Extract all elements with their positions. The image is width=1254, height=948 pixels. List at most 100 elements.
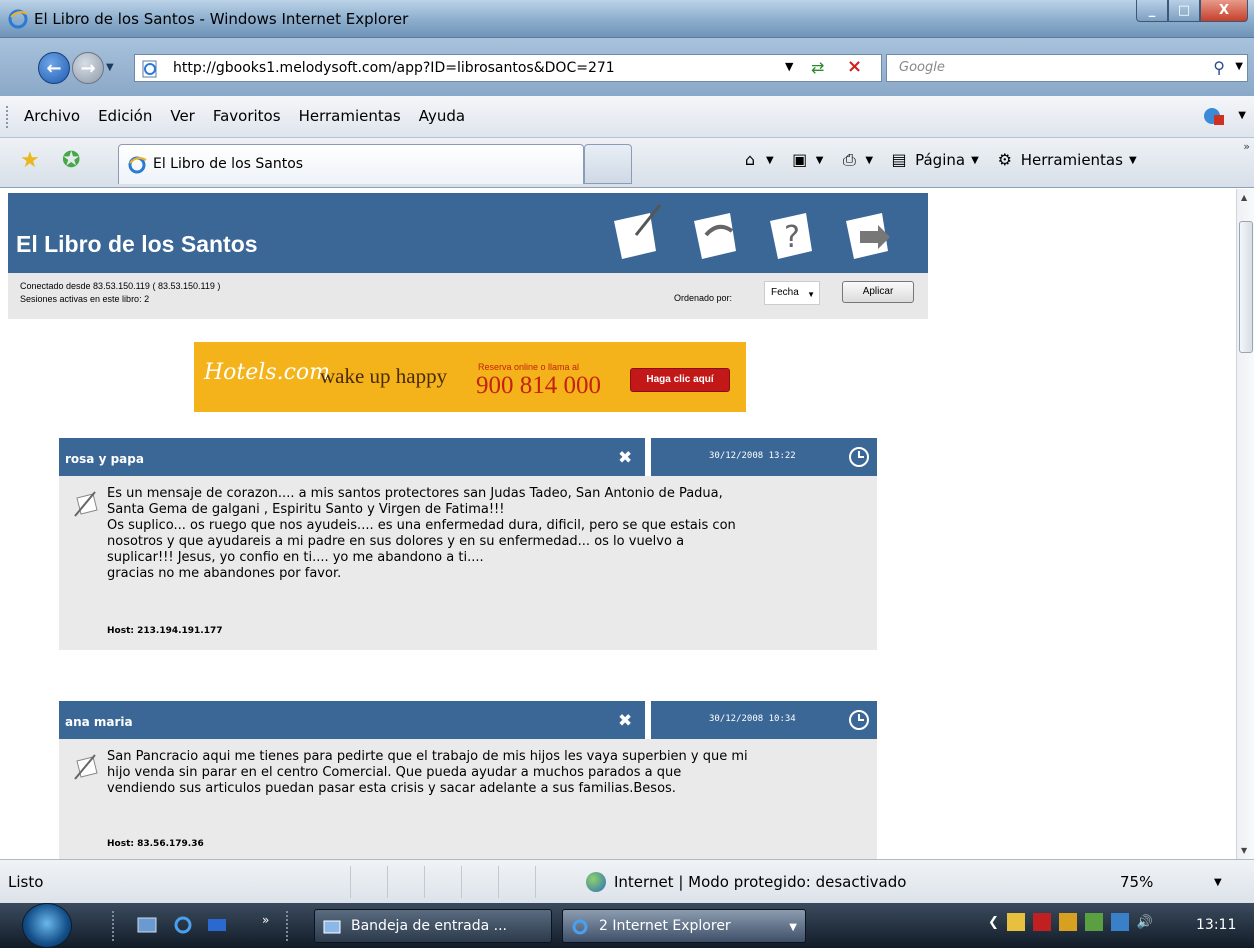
task1-label: Bandeja de entrada ... xyxy=(351,918,508,934)
menu-archivo[interactable]: Archivo xyxy=(24,107,80,125)
taskbar-ie-group[interactable]: 2 Internet Explorer ▼ xyxy=(562,909,806,943)
scroll-down-icon[interactable]: ▼ xyxy=(1241,846,1247,855)
zoom-level[interactable]: 75% xyxy=(1120,873,1153,891)
feeds-dropdown-icon[interactable]: ▼ xyxy=(816,155,824,166)
entry-author: rosa y papa xyxy=(65,452,144,466)
search-placeholder: Google xyxy=(899,60,945,75)
task-group-dropdown-icon[interactable]: ▼ xyxy=(789,922,797,933)
order-label: Ordenado por: xyxy=(674,293,733,303)
menu-favoritos[interactable]: Favoritos xyxy=(213,107,281,125)
connected-text: Conectado desde 83.53.150.119 ( 83.53.15… xyxy=(20,281,221,291)
hotels-ad-banner[interactable]: Hotels.com wake up happy Reserva online … xyxy=(194,342,746,412)
tray-folder-icon[interactable] xyxy=(1006,913,1025,931)
tray-volume-icon[interactable]: 🔊 xyxy=(1137,915,1153,930)
menu-edicion[interactable]: Edición xyxy=(98,107,152,125)
guestbook-entry: ana maria ✖ 30/12/2008 10:34 San Pancrac… xyxy=(59,701,877,859)
minimize-button[interactable]: _ xyxy=(1136,0,1168,22)
addon-dropdown-icon[interactable]: ▼ xyxy=(1238,110,1246,121)
tray-expand-icon[interactable]: ❮ xyxy=(988,915,999,930)
new-tab-button[interactable] xyxy=(584,144,632,184)
page-menu-icon[interactable]: ▤ xyxy=(889,150,909,170)
show-desktop-icon[interactable] xyxy=(136,915,158,935)
page-dropdown-icon[interactable]: ▼ xyxy=(971,155,979,166)
toolbar-addon-icon[interactable] xyxy=(1202,105,1226,127)
close-button[interactable]: X xyxy=(1200,0,1248,22)
menu-ayuda[interactable]: Ayuda xyxy=(419,107,465,125)
chevron-more-icon[interactable]: » xyxy=(1243,140,1250,153)
ad-cta-button[interactable]: Haga clic aquí xyxy=(630,368,730,392)
home-dropdown-icon[interactable]: ▼ xyxy=(766,155,774,166)
toolbar-grip xyxy=(6,106,9,128)
tab-label: El Libro de los Santos xyxy=(153,156,304,172)
switch-windows-icon[interactable] xyxy=(206,915,228,935)
url-dropdown-icon[interactable]: ▼ xyxy=(785,60,793,73)
exit-icon[interactable] xyxy=(840,201,896,263)
security-zone-text[interactable]: Internet | Modo protegido: desactivado xyxy=(614,873,906,891)
tray-update-icon[interactable] xyxy=(1058,913,1077,931)
favorites-star-icon[interactable]: ★ xyxy=(20,148,40,173)
menu-ver[interactable]: Ver xyxy=(170,107,195,125)
entry-message: San Pancracio aqui me tienes para pedirt… xyxy=(107,749,748,796)
taskbar-clock[interactable]: 13:11 xyxy=(1196,917,1236,933)
quill-icon xyxy=(74,491,98,517)
page-menu-button[interactable]: Página xyxy=(915,151,965,169)
ie-task-icon xyxy=(572,919,588,935)
quicklaunch-more-icon[interactable]: » xyxy=(262,913,269,927)
site-title: El Libro de los Santos xyxy=(16,231,258,257)
refresh-icon[interactable]: ⇄ xyxy=(811,58,824,77)
entry-date-bar: 30/12/2008 13:22 xyxy=(651,438,877,476)
maximize-button[interactable]: □ xyxy=(1168,0,1200,22)
taskbar-inbox[interactable]: Bandeja de entrada ... xyxy=(314,909,552,943)
menu-bar: Archivo Edición Ver Favoritos Herramient… xyxy=(0,96,1254,138)
add-favorites-icon[interactable]: ✪ xyxy=(62,148,80,173)
tray-network-icon[interactable] xyxy=(1110,913,1129,931)
entry-date: 30/12/2008 13:22 xyxy=(709,451,796,461)
stop-icon[interactable]: × xyxy=(847,56,862,77)
forward-button[interactable]: → xyxy=(72,52,104,84)
scroll-thumb[interactable] xyxy=(1239,221,1253,353)
entry-author: ana maria xyxy=(65,715,133,729)
help-icon[interactable]: ? xyxy=(764,201,820,263)
order-select[interactable]: Fecha ▼ xyxy=(764,281,820,305)
windows-taskbar: » Bandeja de entrada ... 2 Internet Expl… xyxy=(0,903,1254,948)
apply-button[interactable]: Aplicar xyxy=(842,281,914,303)
page-viewport: El Libro de los Santos ? Conectado desde… xyxy=(0,189,1236,859)
entry-host: Host: 213.194.191.177 xyxy=(107,626,223,636)
ad-reserva: Reserva online o llama al xyxy=(478,362,580,372)
back-arrow-icon[interactable] xyxy=(688,201,744,263)
delete-entry-icon[interactable]: ✖ xyxy=(618,711,632,731)
entry-header: rosa y papa ✖ xyxy=(59,438,645,476)
scroll-up-icon[interactable]: ▲ xyxy=(1241,193,1247,202)
feeds-icon[interactable]: ▣ xyxy=(790,150,810,170)
order-value: Fecha xyxy=(771,287,799,298)
guestbook-entry: rosa y papa ✖ 30/12/2008 13:22 Es un men… xyxy=(59,438,877,650)
tools-menu-button[interactable]: Herramientas xyxy=(1021,151,1123,169)
history-dropdown-icon[interactable]: ▼ xyxy=(106,62,114,73)
home-icon[interactable]: ⌂ xyxy=(740,150,760,170)
ad-phone: 900 814 000 xyxy=(476,372,601,399)
search-dropdown-icon[interactable]: ▼ xyxy=(1235,61,1243,72)
menu-herramientas[interactable]: Herramientas xyxy=(299,107,401,125)
print-dropdown-icon[interactable]: ▼ xyxy=(865,155,873,166)
tools-gear-icon[interactable]: ⚙ xyxy=(995,150,1015,170)
status-text: Listo xyxy=(8,873,44,891)
url-text[interactable]: http://gbooks1.melodysoft.com/app?ID=lib… xyxy=(173,60,615,76)
tools-dropdown-icon[interactable]: ▼ xyxy=(1129,155,1137,166)
address-field[interactable]: http://gbooks1.melodysoft.com/app?ID=lib… xyxy=(134,54,882,82)
delete-entry-icon[interactable]: ✖ xyxy=(618,448,632,468)
tab-el-libro[interactable]: El Libro de los Santos xyxy=(118,144,584,184)
search-icon[interactable]: ⚲ xyxy=(1213,58,1225,77)
search-input[interactable]: Google ⚲ ▼ xyxy=(886,54,1248,82)
print-icon[interactable]: ⎙ xyxy=(839,150,859,170)
write-entry-icon[interactable] xyxy=(608,201,664,263)
select-arrow-icon: ▼ xyxy=(807,290,815,299)
tray-shield-icon[interactable] xyxy=(1084,913,1103,931)
start-button[interactable] xyxy=(22,903,72,948)
tray-antivirus-icon[interactable] xyxy=(1032,913,1051,931)
ie-quicklaunch-icon[interactable] xyxy=(172,915,194,935)
vertical-scrollbar[interactable]: ▲ ▼ xyxy=(1236,189,1254,859)
window-titlebar: El Libro de los Santos - Windows Interne… xyxy=(0,0,1254,38)
zoom-dropdown-icon[interactable]: ▼ xyxy=(1214,877,1222,888)
internet-zone-icon xyxy=(586,872,606,892)
back-button[interactable]: ← xyxy=(38,52,70,84)
